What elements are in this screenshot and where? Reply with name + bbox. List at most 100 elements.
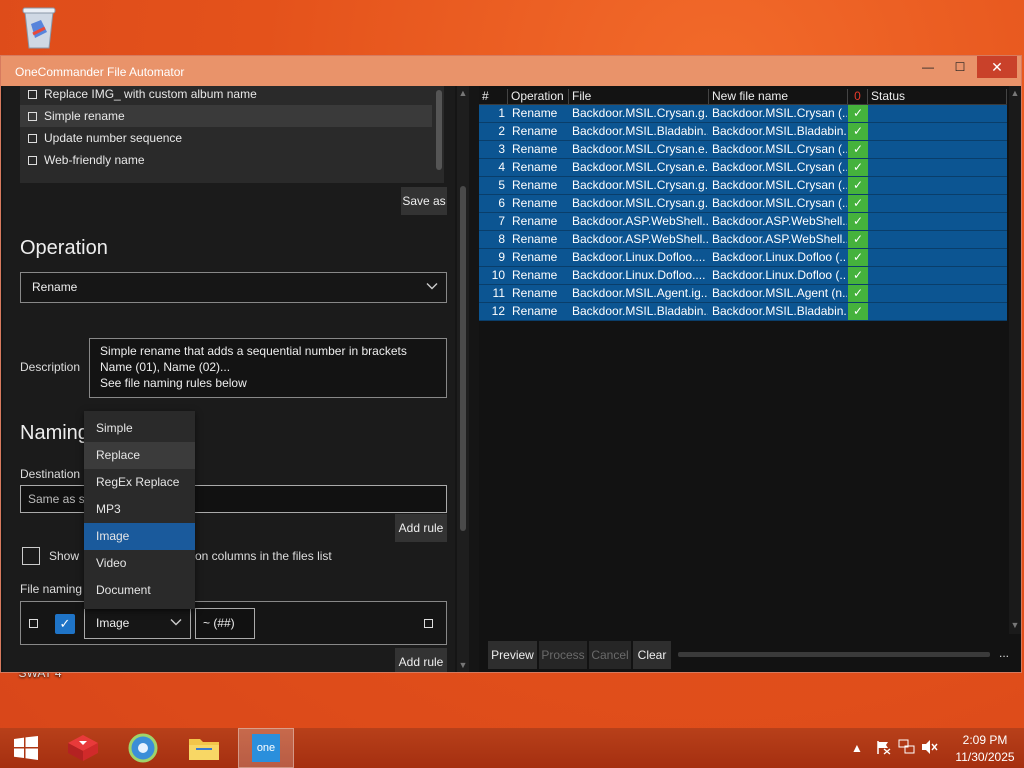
- rule-remove-icon[interactable]: [424, 619, 433, 628]
- preset-item[interactable]: Web-friendly name: [20, 149, 432, 171]
- cell-file: Backdoor.MSIL.Crysan.e...: [572, 142, 708, 156]
- column-header-file[interactable]: File: [569, 89, 709, 104]
- operation-select[interactable]: Rename: [20, 272, 447, 303]
- cancel-button[interactable]: Cancel: [589, 641, 631, 669]
- files-pane: # Operation File New file name 0 Status …: [479, 86, 1021, 672]
- cell-file: Backdoor.MSIL.Bladabin...: [572, 304, 708, 318]
- table-row[interactable]: 2 Rename Backdoor.MSIL.Bladabin... Backdoor…: [479, 123, 1007, 141]
- cell-num: 8: [498, 232, 505, 246]
- cell-file: Backdoor.ASP.WebShell....: [572, 214, 708, 228]
- files-scrollbar[interactable]: ▲ ▼: [1009, 86, 1021, 634]
- table-row[interactable]: 6 Rename Backdoor.MSIL.Crysan.g... Backdoor…: [479, 195, 1007, 213]
- process-button[interactable]: Process: [539, 641, 587, 669]
- dropdown-option[interactable]: Simple: [84, 415, 195, 442]
- red-box-app-icon[interactable]: [57, 728, 109, 768]
- column-header-operation[interactable]: Operation: [508, 89, 569, 104]
- rule-pattern-input[interactable]: ~ (##): [195, 608, 255, 639]
- preset-list[interactable]: Replace IMG_ with custom album name Simp…: [20, 86, 444, 183]
- status-check-icon: ✓: [848, 267, 868, 284]
- dropdown-option[interactable]: Replace: [84, 442, 195, 469]
- onecommander-logo: one: [252, 734, 280, 762]
- maximize-button[interactable]: ☐: [943, 56, 977, 78]
- recycle-bin-icon[interactable]: [14, 4, 64, 54]
- dropdown-option-selected[interactable]: Image: [84, 523, 195, 550]
- cell-operation: Rename: [512, 286, 558, 300]
- column-header-flag[interactable]: 0: [848, 89, 868, 104]
- settings-scrollbar[interactable]: ▲ ▼: [457, 86, 469, 672]
- table-row[interactable]: 12 Rename Backdoor.MSIL.Bladabin... Backdoo…: [479, 303, 1007, 321]
- start-button[interactable]: [0, 728, 52, 768]
- dropdown-option[interactable]: RegEx Replace: [84, 469, 195, 496]
- preset-list-scrollbar[interactable]: [436, 90, 442, 170]
- title-bar[interactable]: OneCommander File Automator — ☐ ✕: [1, 56, 1021, 86]
- cell-num: 12: [491, 304, 505, 318]
- settings-scrollbar-thumb[interactable]: [460, 186, 466, 531]
- table-row[interactable]: 11 Rename Backdoor.MSIL.Agent.ig... Backdoo…: [479, 285, 1007, 303]
- action-center-flag-icon[interactable]: [875, 739, 891, 758]
- more-options-icon[interactable]: ...: [999, 646, 1009, 660]
- checkbox-icon: [28, 90, 37, 100]
- cell-operation: Rename: [512, 160, 558, 174]
- cell-file: Backdoor.MSIL.Crysan.g...: [572, 178, 708, 192]
- cell-file: Backdoor.MSIL.Agent.ig...: [572, 286, 708, 300]
- cell-operation: Rename: [512, 124, 558, 138]
- clear-button[interactable]: Clear: [633, 641, 671, 669]
- clock-time: 2:09 PM: [962, 733, 1008, 747]
- scroll-up-icon[interactable]: ▲: [457, 88, 469, 98]
- column-header-new-file-name[interactable]: New file name: [709, 89, 848, 104]
- status-check-icon: ✓: [848, 195, 868, 212]
- table-row[interactable]: 4 Rename Backdoor.MSIL.Crysan.e... Backdoor…: [479, 159, 1007, 177]
- file-automator-window: OneCommander File Automator — ☐ ✕ Replac…: [0, 55, 1022, 673]
- taskbar: one ▲ 2:09 PM 11/30/2025: [0, 728, 1024, 768]
- volume-muted-icon[interactable]: [921, 739, 939, 758]
- close-button[interactable]: ✕: [977, 56, 1017, 78]
- clock[interactable]: 2:09 PM 11/30/2025: [955, 733, 1015, 764]
- dropdown-option[interactable]: Document: [84, 577, 195, 604]
- rule-type-dropdown[interactable]: Simple Replace RegEx Replace MP3 Image V…: [84, 411, 195, 609]
- description-label: Description: [20, 360, 81, 374]
- rule-drag-icon[interactable]: [29, 619, 38, 628]
- scroll-down-icon[interactable]: ▼: [457, 660, 469, 670]
- show-columns-checkbox[interactable]: [22, 547, 40, 565]
- table-row[interactable]: 3 Rename Backdoor.MSIL.Crysan.e... Backdoor…: [479, 141, 1007, 159]
- table-row[interactable]: 10 Rename Backdoor.Linux.Dofloo.... Backdoo…: [479, 267, 1007, 285]
- table-row[interactable]: 9 Rename Backdoor.Linux.Dofloo.... Backdoor…: [479, 249, 1007, 267]
- files-grid[interactable]: # Operation File New file name 0 Status …: [479, 89, 1007, 321]
- description-line: Simple rename that adds a sequential num…: [100, 344, 407, 358]
- preview-button[interactable]: Preview: [488, 641, 537, 669]
- dropdown-option[interactable]: Video: [84, 550, 195, 577]
- table-row[interactable]: 1 Rename Backdoor.MSIL.Crysan.g... Backdoor…: [479, 105, 1007, 123]
- network-icon[interactable]: [898, 739, 916, 758]
- browser-icon[interactable]: [117, 728, 169, 768]
- dropdown-option[interactable]: MP3: [84, 496, 195, 523]
- destination-input-value: Same as so: [28, 492, 92, 506]
- description-line: See file naming rules below: [100, 376, 247, 390]
- preset-label: Update number sequence: [44, 131, 183, 145]
- add-rule-button-2[interactable]: Add rule: [395, 648, 447, 672]
- table-row[interactable]: 5 Rename Backdoor.MSIL.Crysan.g... Backdoor…: [479, 177, 1007, 195]
- cell-num: 2: [498, 124, 505, 138]
- add-rule-button[interactable]: Add rule: [395, 514, 447, 542]
- cell-new-file-name: Backdoor.ASP.WebShell...: [712, 232, 847, 246]
- save-as-button[interactable]: Save as: [401, 187, 447, 215]
- file-explorer-icon[interactable]: [178, 728, 230, 768]
- cell-num: 1: [498, 106, 505, 120]
- operation-select-value: Rename: [32, 280, 78, 294]
- preset-item[interactable]: Replace IMG_ with custom album name: [20, 86, 432, 105]
- status-check-icon: ✓: [848, 159, 868, 176]
- rule-type-select[interactable]: Image: [84, 608, 191, 639]
- show-hidden-icons-icon[interactable]: ▲: [851, 741, 863, 755]
- preset-item[interactable]: Update number sequence: [20, 127, 432, 149]
- rule-enabled-checkbox[interactable]: ✓: [55, 614, 75, 634]
- scroll-up-icon[interactable]: ▲: [1009, 88, 1021, 98]
- table-row[interactable]: 7 Rename Backdoor.ASP.WebShell.... Backdoor…: [479, 213, 1007, 231]
- column-header-status[interactable]: Status: [868, 89, 1007, 104]
- table-row[interactable]: 8 Rename Backdoor.ASP.WebShell.... Backdoor…: [479, 231, 1007, 249]
- onecommander-taskbar-icon[interactable]: one: [238, 728, 294, 768]
- cell-new-file-name: Backdoor.MSIL.Bladabin...: [712, 304, 847, 318]
- minimize-button[interactable]: —: [911, 56, 945, 78]
- column-header-num[interactable]: #: [479, 89, 508, 104]
- progress-bar: [678, 652, 990, 657]
- preset-item-selected[interactable]: Simple rename: [20, 105, 432, 127]
- scroll-down-icon[interactable]: ▼: [1009, 620, 1021, 630]
